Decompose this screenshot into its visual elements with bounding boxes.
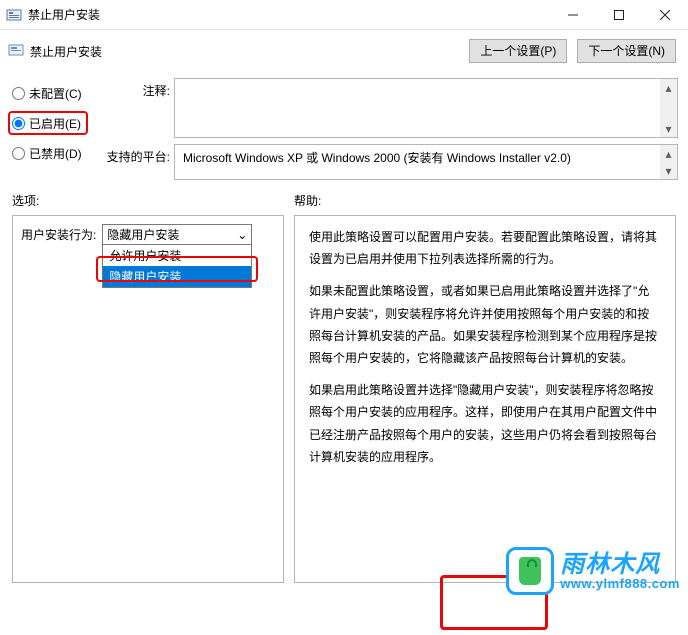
supported-platform-box: Microsoft Windows XP 或 Windows 2000 (安装有…	[174, 144, 678, 180]
options-heading: 选项:	[12, 192, 284, 209]
next-setting-button[interactable]: 下一个设置(N)	[577, 39, 676, 63]
comment-label: 注释:	[100, 78, 174, 138]
behavior-combo-selected[interactable]: 隐藏用户安装 ⌄	[102, 224, 252, 245]
behavior-option-hide[interactable]: 隐藏用户安装	[103, 266, 251, 287]
comment-textarea[interactable]: ▴ ▾	[174, 78, 678, 138]
watermark-logo-icon	[506, 547, 554, 595]
watermark-url: www.ylmf888.com	[560, 577, 680, 590]
options-panel: 用户安装行为: 隐藏用户安装 ⌄ 允许用户安装 隐藏用户安装	[12, 215, 284, 583]
behavior-combo[interactable]: 隐藏用户安装 ⌄ 允许用户安装 隐藏用户安装	[102, 224, 252, 245]
window-controls	[550, 0, 688, 29]
radio-not-configured[interactable]: 未配置(C)	[12, 84, 92, 102]
body-row: 用户安装行为: 隐藏用户安装 ⌄ 允许用户安装 隐藏用户安装 使用此策略设置可以…	[0, 215, 688, 591]
platform-label: 支持的平台:	[100, 144, 174, 180]
app-icon	[6, 7, 22, 23]
previous-setting-button[interactable]: 上一个设置(P)	[469, 39, 567, 63]
scroll-down-icon[interactable]: ▾	[660, 120, 677, 137]
help-paragraph-1: 使用此策略设置可以配置用户安装。若要配置此策略设置，请将其设置为已启用并使用下拉…	[309, 226, 661, 270]
behavior-label: 用户安装行为:	[21, 224, 96, 243]
watermark-brand: 雨林木风	[560, 553, 680, 577]
window-close-icon[interactable]	[642, 0, 688, 29]
radio-disabled-input[interactable]	[12, 147, 25, 160]
help-paragraph-3: 如果启用此策略设置并选择"隐藏用户安装"，则安装程序将忽略按照每个用户安装的应用…	[309, 379, 661, 468]
config-row: 未配置(C) 已启用(E) 已禁用(D) 注释: ▴ ▾ 支持的平台:	[0, 72, 688, 184]
behavior-combo-text: 隐藏用户安装	[107, 226, 179, 243]
state-radio-group: 未配置(C) 已启用(E) 已禁用(D)	[12, 78, 92, 180]
comment-scrollbar[interactable]: ▴ ▾	[660, 79, 677, 137]
behavior-combo-list: 允许用户安装 隐藏用户安装	[102, 245, 252, 288]
scroll-up-icon[interactable]: ▴	[660, 145, 677, 162]
window-maximize-icon[interactable]	[596, 0, 642, 29]
help-panel: 使用此策略设置可以配置用户安装。若要配置此策略设置，请将其设置为已启用并使用下拉…	[294, 215, 676, 583]
radio-enabled-label: 已启用(E)	[29, 115, 81, 132]
radio-enabled-input[interactable]	[12, 117, 25, 130]
scroll-up-icon[interactable]: ▴	[660, 79, 677, 96]
platform-scrollbar[interactable]: ▴ ▾	[660, 145, 677, 179]
window-titlebar: 禁止用户安装	[0, 0, 688, 30]
scroll-down-icon[interactable]: ▾	[660, 162, 677, 179]
behavior-option-allow[interactable]: 允许用户安装	[103, 245, 251, 266]
policy-title: 禁止用户安装	[30, 43, 102, 60]
radio-not-configured-label: 未配置(C)	[29, 85, 82, 102]
watermark: 雨林木风 www.ylmf888.com	[506, 547, 680, 595]
section-labels: 选项: 帮助:	[0, 184, 688, 215]
help-heading: 帮助:	[294, 192, 676, 209]
radio-disabled-label: 已禁用(D)	[29, 145, 82, 162]
policy-toolbar: 禁止用户安装 上一个设置(P) 下一个设置(N)	[0, 30, 688, 72]
radio-enabled[interactable]: 已启用(E)	[12, 114, 92, 132]
radio-not-configured-input[interactable]	[12, 87, 25, 100]
window-minimize-icon[interactable]	[550, 0, 596, 29]
platform-text: Microsoft Windows XP 或 Windows 2000 (安装有…	[183, 151, 571, 165]
radio-disabled[interactable]: 已禁用(D)	[12, 144, 92, 162]
window-title: 禁止用户安装	[28, 6, 550, 23]
chevron-down-icon: ⌄	[237, 228, 247, 242]
policy-icon	[8, 42, 24, 61]
help-paragraph-2: 如果未配置此策略设置，或者如果已启用此策略设置并选择了"允许用户安装"，则安装程…	[309, 280, 661, 369]
